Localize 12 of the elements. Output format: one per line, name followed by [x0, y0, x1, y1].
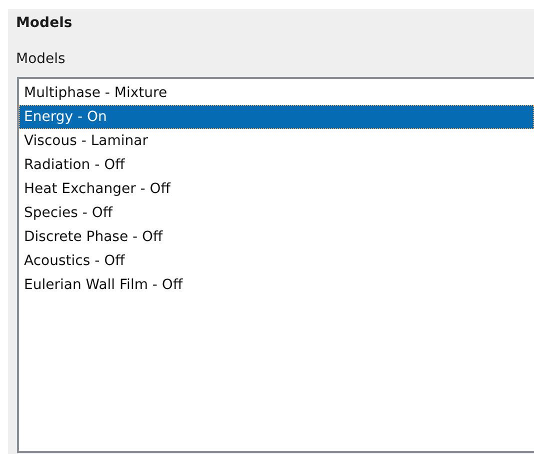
list-item[interactable]: Radiation - Off [19, 153, 534, 177]
panel-title: Models [16, 14, 72, 32]
list-item[interactable]: Energy - On [19, 105, 534, 129]
list-item[interactable]: Viscous - Laminar [19, 129, 534, 153]
list-item[interactable]: Acoustics - Off [19, 249, 534, 273]
list-label: Models [16, 50, 66, 68]
list-item[interactable]: Heat Exchanger - Off [19, 177, 534, 201]
models-list[interactable]: Multiphase - Mixture Energy - On Viscous - Laminar Radiation - Off Heat Exchanger - Off Species - Off Discrete Phase - Off Acoustics - Off Eulerian Wall Film - Off [17, 77, 534, 453]
list-item[interactable]: Discrete Phase - Off [19, 225, 534, 249]
list-item[interactable]: Multiphase - Mixture [19, 81, 534, 105]
list-item[interactable]: Eulerian Wall Film - Off [19, 273, 534, 297]
list-item[interactable]: Species - Off [19, 201, 534, 225]
